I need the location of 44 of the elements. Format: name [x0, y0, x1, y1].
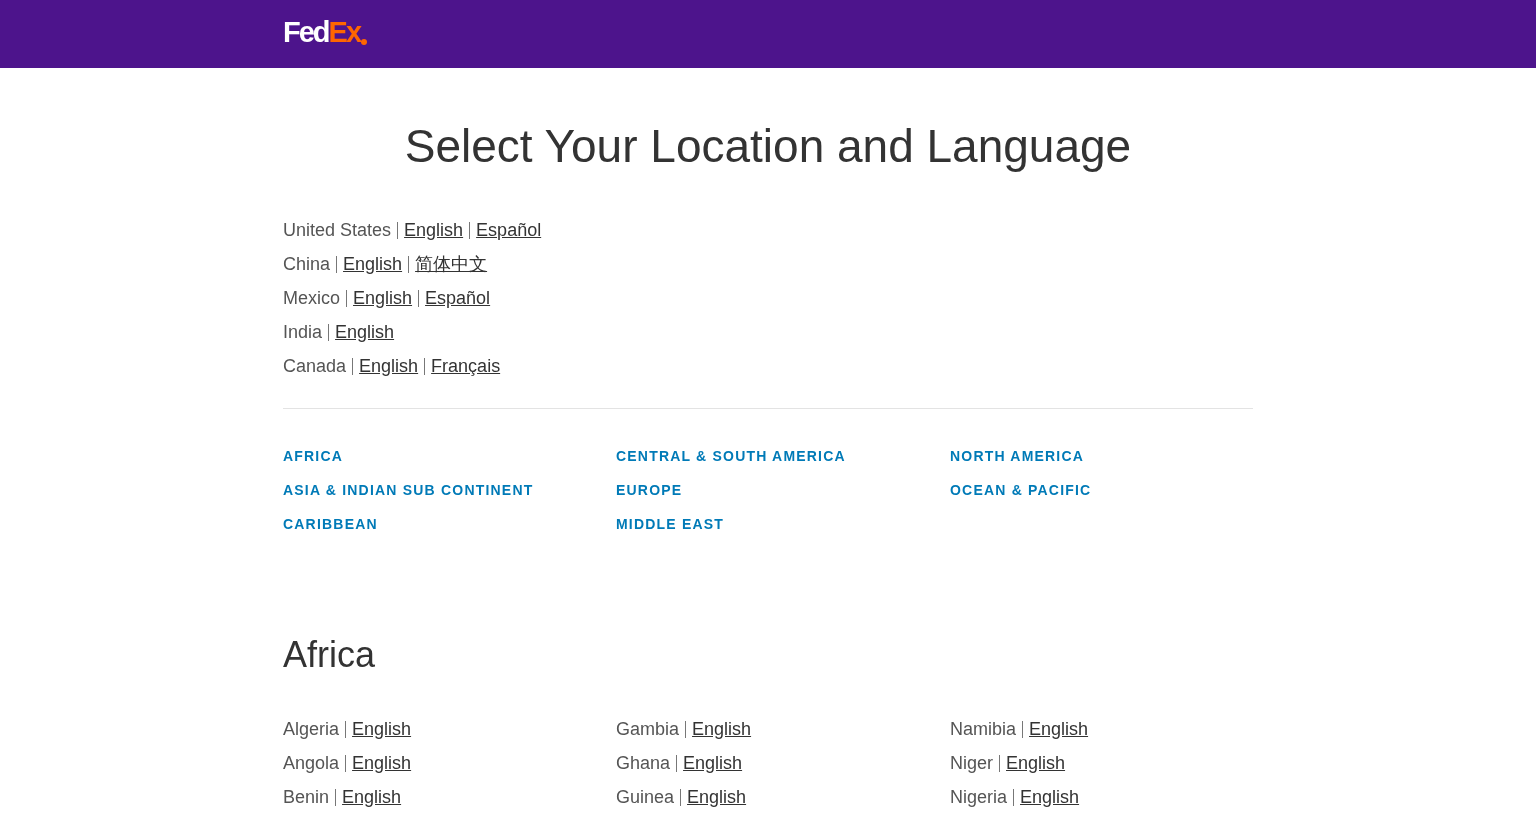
country-name: Mexico: [283, 287, 340, 309]
region-link[interactable]: AFRICA: [283, 439, 344, 473]
country-name: Algeria: [283, 718, 340, 740]
language-link[interactable]: Français: [431, 355, 501, 377]
language-link[interactable]: English: [1006, 752, 1066, 774]
country-name: Guinea: [616, 786, 675, 808]
region-link[interactable]: OCEAN & PACIFIC: [950, 473, 1092, 507]
language-link[interactable]: English: [352, 718, 412, 740]
language-link[interactable]: English: [404, 219, 464, 241]
language-link[interactable]: English: [1029, 718, 1089, 740]
region-link[interactable]: MIDDLE EAST: [616, 507, 725, 541]
language-link[interactable]: English: [343, 253, 403, 275]
language-link[interactable]: English: [683, 752, 743, 774]
country-name: Namibia: [950, 718, 1017, 740]
language-link[interactable]: English: [342, 786, 402, 808]
page-title: Select Your Location and Language: [403, 119, 1133, 174]
language-link[interactable]: English: [692, 718, 752, 740]
region-link[interactable]: CENTRAL & SOUTH AMERICA: [616, 439, 846, 473]
country-name: China: [283, 253, 331, 275]
country-name: Canada: [283, 355, 347, 377]
country-name: Gambia: [616, 718, 680, 740]
language-link[interactable]: 简体中文: [415, 252, 488, 276]
language-link[interactable]: English: [359, 355, 419, 377]
country-name: Angola: [283, 752, 340, 774]
country-name: Niger: [950, 752, 993, 774]
section-heading: Africa: [283, 633, 377, 677]
language-link[interactable]: English: [352, 752, 412, 774]
language-link[interactable]: English: [335, 321, 395, 343]
language-link[interactable]: English: [687, 786, 747, 808]
language-link[interactable]: English: [353, 287, 413, 309]
country-name: India: [283, 321, 323, 343]
region-link[interactable]: NORTH AMERICA: [950, 439, 1085, 473]
logo-dot-icon: [361, 39, 368, 45]
country-name: United States: [283, 219, 392, 241]
language-link[interactable]: Español: [476, 219, 542, 241]
logo[interactable]: FedEx: [283, 17, 361, 51]
language-link[interactable]: English: [1020, 786, 1080, 808]
language-link[interactable]: Español: [425, 287, 491, 309]
region-link[interactable]: ASIA & INDIAN SUB CONTINENT: [283, 473, 534, 507]
country-name: Benin: [283, 786, 330, 808]
country-name: Nigeria: [950, 786, 1008, 808]
region-link[interactable]: CARIBBEAN: [283, 507, 378, 541]
country-name: Ghana: [616, 752, 671, 774]
region-link[interactable]: EUROPE: [616, 473, 683, 507]
